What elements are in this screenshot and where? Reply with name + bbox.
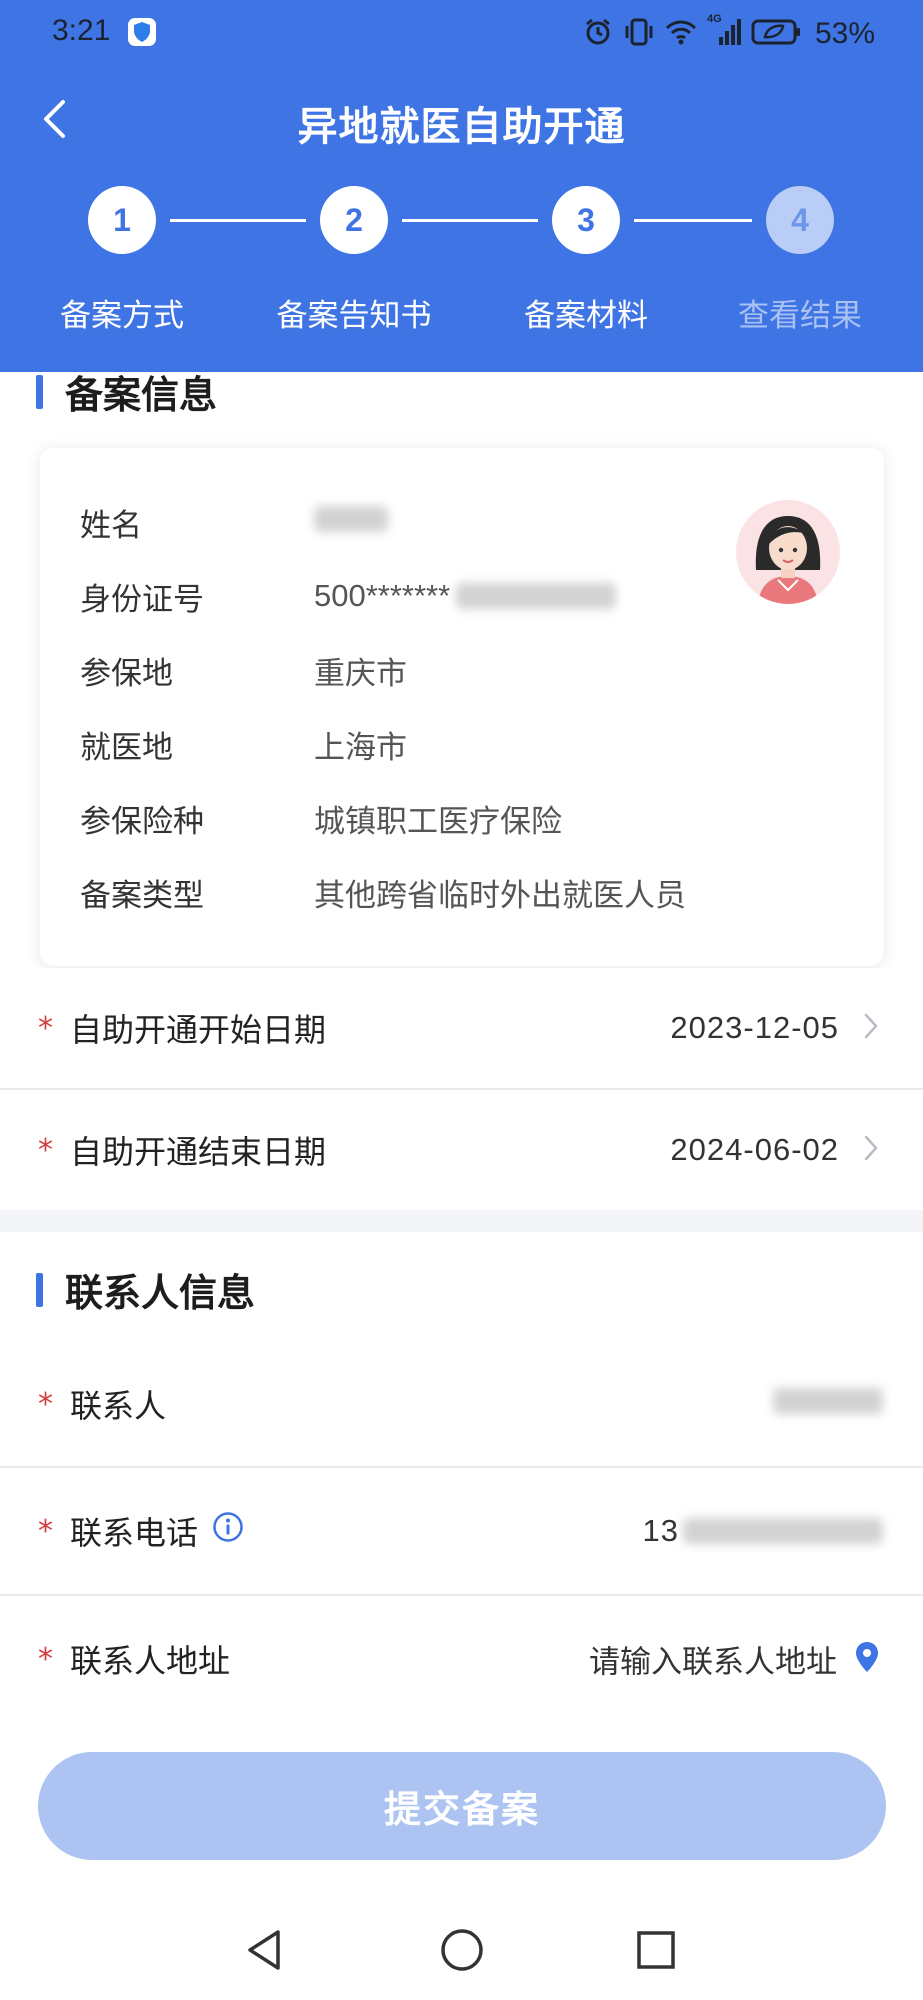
recents-nav-button[interactable] <box>626 1920 686 1980</box>
info-row-insurance-type: 参保险种 城镇职工医疗保险 <box>80 796 562 840</box>
filing-info-title: 备案信息 <box>65 373 218 417</box>
step-3-circle: 3 <box>552 186 620 254</box>
security-app-icon <box>128 18 156 46</box>
contact-name-label: 联系人 <box>70 1387 167 1425</box>
contact-info-heading: 联系人信息 <box>36 1262 255 1317</box>
info-key: 就医地 <box>80 729 173 766</box>
info-value: 城镇职工医疗保险 <box>314 803 562 840</box>
section-accent-bar <box>36 374 43 409</box>
info-key: 参保险种 <box>80 803 204 840</box>
step-2-circle: 2 <box>320 186 388 254</box>
phone-visible-prefix: 13 <box>642 1513 679 1548</box>
required-mark: * <box>38 1514 53 1550</box>
section-separator <box>0 1210 923 1232</box>
step-2-label: 备案告知书 <box>276 298 432 334</box>
step-connector <box>402 219 538 222</box>
page-title: 异地就医自助开通 <box>297 104 626 150</box>
info-value: 其他跨省临时外出就医人员 <box>314 877 686 914</box>
step-1-label: 备案方式 <box>60 298 184 334</box>
chevron-right-icon <box>863 1012 879 1044</box>
end-date-label: 自助开通结束日期 <box>70 1133 327 1171</box>
step-1-circle: 1 <box>88 186 156 254</box>
info-key: 参保地 <box>80 655 173 692</box>
step-labels: 备案方式 备案告知书 备案材料 查看结果 <box>0 290 923 340</box>
triangle-back-icon <box>248 1930 280 1970</box>
contact-phone-label: 联系电话 <box>70 1508 244 1554</box>
required-mark: * <box>38 1387 53 1423</box>
required-mark: * <box>38 1642 53 1678</box>
info-key: 备案类型 <box>80 877 204 914</box>
status-icons: 4G 53% <box>583 13 875 52</box>
contact-address-row[interactable]: * 联系人地址 请输入联系人地址 <box>0 1596 923 1722</box>
alarm-icon <box>583 17 613 51</box>
id-number-visible: 500******* <box>314 578 451 613</box>
filing-info-card: 姓名 身份证号 500******* 参保地 重庆市 就医地 上海市 参保险种 … <box>40 448 884 966</box>
required-mark: * <box>38 1011 53 1047</box>
section-accent-bar <box>36 1272 43 1307</box>
contact-phone-row[interactable]: * 联系电话 13 <box>0 1468 923 1594</box>
battery-saver-icon <box>751 17 801 51</box>
end-date-row[interactable]: * 自助开通结束日期 2024-06-02 <box>0 1090 923 1210</box>
filing-info-heading: 备案信息 <box>36 364 217 419</box>
start-date-row[interactable]: * 自助开通开始日期 2023-12-05 <box>0 968 923 1088</box>
info-value: 重庆市 <box>314 655 407 692</box>
info-key: 身份证号 <box>80 581 204 618</box>
step-connector <box>634 219 752 222</box>
home-nav-button[interactable] <box>432 1920 492 1980</box>
submit-filing-button[interactable]: 提交备案 <box>38 1752 886 1860</box>
circle-home-icon <box>441 1929 483 1971</box>
chevron-right-icon <box>863 1134 879 1166</box>
location-pin-icon[interactable] <box>855 1641 879 1677</box>
step-4-circle: 4 <box>766 186 834 254</box>
info-key: 姓名 <box>80 507 142 544</box>
female-avatar-icon <box>736 500 840 604</box>
info-row-insured-place: 参保地 重庆市 <box>80 648 407 692</box>
status-time: 3:21 <box>52 14 111 47</box>
start-date-label: 自助开通开始日期 <box>70 1011 327 1049</box>
battery-percent: 53% <box>814 17 875 50</box>
vibrate-icon <box>623 17 655 51</box>
network-label: 4G <box>706 13 722 25</box>
progress-stepper: 1 2 3 4 <box>0 186 923 256</box>
required-mark: * <box>38 1133 53 1169</box>
contact-address-label: 联系人地址 <box>70 1642 231 1680</box>
square-recents-icon <box>637 1931 675 1969</box>
address-input[interactable]: 请输入联系人地址 <box>589 1637 837 1682</box>
info-value: 500******* <box>314 578 617 614</box>
info-row-name: 姓名 <box>80 500 388 544</box>
wifi-icon <box>665 18 697 50</box>
contact-name-row[interactable]: * 联系人 <box>0 1342 923 1466</box>
end-date-value: 2024-06-02 <box>670 1132 839 1167</box>
step-connector <box>170 219 306 222</box>
system-navigation-bar <box>0 1900 923 2000</box>
contact-name-value-redacted[interactable] <box>773 1386 883 1422</box>
contact-phone-value[interactable]: 13 <box>643 1513 883 1549</box>
start-date-value: 2023-12-05 <box>670 1010 839 1045</box>
step-4-label: 查看结果 <box>738 298 862 334</box>
info-value-redacted <box>314 504 388 540</box>
avatar <box>736 500 840 604</box>
info-row-filing-type: 备案类型 其他跨省临时外出就医人员 <box>80 870 686 914</box>
phone-label-text: 联系电话 <box>70 1514 199 1552</box>
back-nav-button[interactable] <box>234 1920 294 1980</box>
info-icon[interactable] <box>212 1511 244 1551</box>
status-bar: 3:21 4G 53% <box>0 0 923 68</box>
cellular-signal-icon: 4G <box>707 13 741 51</box>
info-row-treatment-place: 就医地 上海市 <box>80 722 407 766</box>
header: 3:21 4G 53% 异地就医自助开通 1 2 3 4 备案方式 备案告知书 … <box>0 0 923 372</box>
info-value: 上海市 <box>314 729 407 766</box>
step-3-label: 备案材料 <box>524 298 648 334</box>
contact-info-title: 联系人信息 <box>65 1271 256 1315</box>
info-row-id-number: 身份证号 500******* <box>80 574 617 618</box>
